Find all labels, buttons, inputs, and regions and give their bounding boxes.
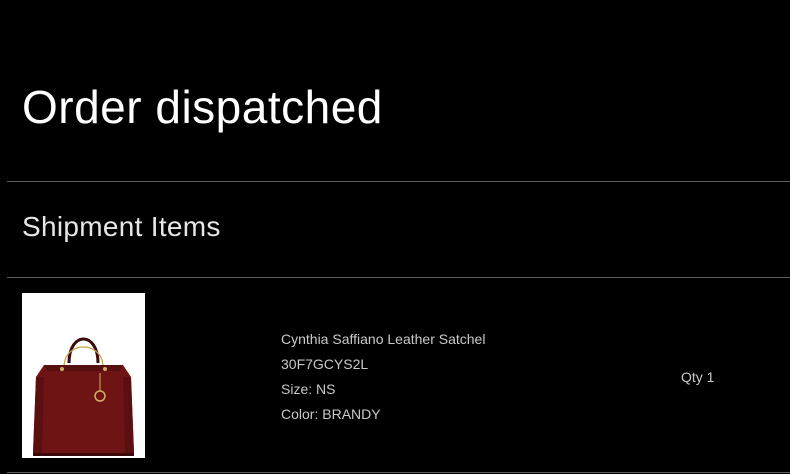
size-value: NS <box>316 381 336 397</box>
page-title: Order dispatched <box>22 81 383 133</box>
handbag-image-icon <box>33 337 134 456</box>
product-size: Size: NS <box>281 379 485 404</box>
color-value: BRANDY <box>322 406 381 422</box>
product-color: Color: BRANDY <box>281 404 485 429</box>
section-title: Shipment Items <box>22 211 221 242</box>
product-details: Cynthia Saffiano Leather Satchel 30F7GCY… <box>281 329 485 429</box>
product-name[interactable]: Cynthia Saffiano Leather Satchel <box>281 329 485 354</box>
qty-label: Qty <box>681 369 703 385</box>
product-quantity: Qty 1 <box>681 367 714 387</box>
qty-value: 1 <box>706 369 715 385</box>
divider <box>7 181 790 182</box>
color-label: Color: <box>281 406 319 422</box>
product-image[interactable] <box>22 293 145 458</box>
divider <box>7 277 790 278</box>
product-sku: 30F7GCYS2L <box>281 356 369 372</box>
size-label: Size: <box>281 381 313 397</box>
divider <box>7 472 790 473</box>
